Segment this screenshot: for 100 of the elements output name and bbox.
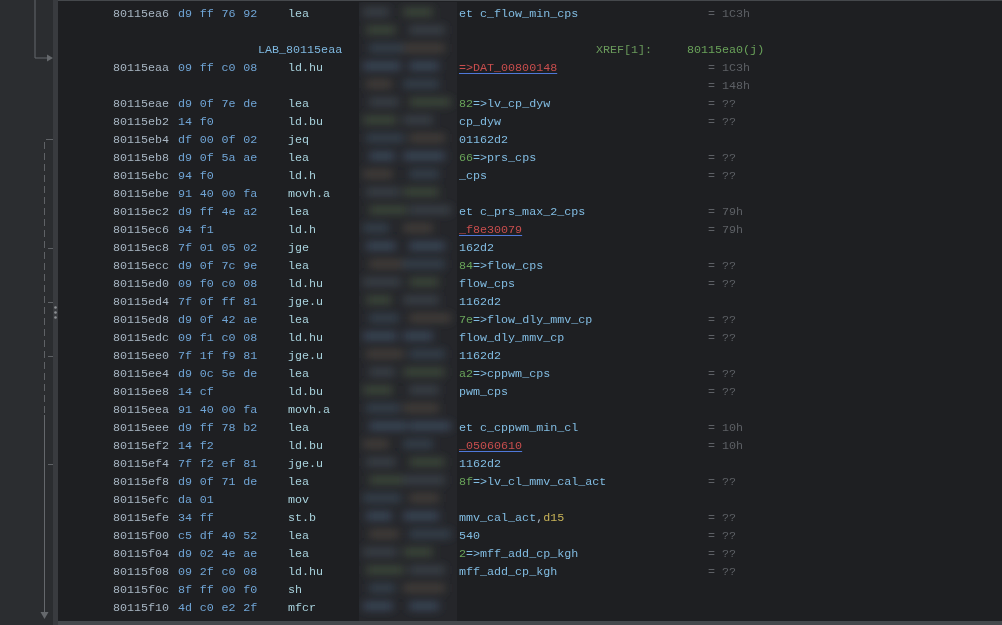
value-text: = ?? — [708, 510, 737, 527]
operand-text: cp_dyw — [459, 114, 502, 131]
bytes-text: 91 40 00 fa — [178, 402, 258, 419]
mnemonic-text: mov — [288, 492, 310, 509]
address-text: 80115ee4 — [113, 366, 170, 383]
value-text: = 1C3h — [708, 60, 751, 77]
value-text: = ?? — [708, 564, 737, 581]
mnemonic-text: st.b — [288, 510, 317, 527]
address-text: 80115ef8 — [113, 474, 170, 491]
address-text: 80115ecc — [113, 258, 170, 275]
value-text: = ?? — [708, 168, 737, 185]
bytes-text: 34 ff — [178, 510, 214, 527]
mnemonic-text: lea — [288, 96, 310, 113]
address-text: 80115ee8 — [113, 384, 170, 401]
value-text: = 79h — [708, 222, 744, 239]
address-text: 80115ec8 — [113, 240, 170, 257]
operand-text: _cps — [459, 168, 488, 185]
operand-text: a2=>cppwm_cps — [459, 366, 551, 383]
operand-text: 162d2 — [459, 240, 495, 257]
value-text: = ?? — [708, 276, 737, 293]
mnemonic-text: lea — [288, 528, 310, 545]
address-text: 80115ed0 — [113, 276, 170, 293]
bytes-text: df 00 0f 02 — [178, 132, 258, 149]
bytes-text: d9 02 4e ae — [178, 546, 258, 563]
operand-text: pwm_cps — [459, 384, 509, 401]
bytes-text: 94 f0 — [178, 168, 214, 185]
address-text: 80115f0c — [113, 582, 170, 599]
grip-handle-icon[interactable] — [54, 306, 57, 319]
operand-text: 82=>lv_cp_dyw — [459, 96, 551, 113]
xref-label: XREF[1]: — [596, 42, 653, 59]
address-text: 80115eea — [113, 402, 170, 419]
mnemonic-text: jeq — [288, 132, 310, 149]
address-text: 80115f08 — [113, 564, 170, 581]
address-text: 80115f04 — [113, 546, 170, 563]
mnemonic-text: movh.a — [288, 402, 331, 419]
address-text: 80115ebc — [113, 168, 170, 185]
bytes-text: 14 f0 — [178, 114, 214, 131]
mnemonic-text: ld.bu — [288, 114, 324, 131]
operand-text: _f8e30079 — [459, 222, 523, 239]
value-text: = ?? — [708, 312, 737, 329]
bytes-text: d9 ff 4e a2 — [178, 204, 258, 221]
operand-text: et c_flow_min_cps — [459, 6, 579, 23]
address-text: 80115ef4 — [113, 456, 170, 473]
operand-text: 2=>mff_add_cp_kgh — [459, 546, 579, 563]
address-text: 80115ebe — [113, 186, 170, 203]
mnemonic-text: jge.u — [288, 348, 324, 365]
bytes-text: 09 f0 c0 08 — [178, 276, 258, 293]
bytes-text: 09 2f c0 08 — [178, 564, 258, 581]
bytes-text: c5 df 40 52 — [178, 528, 258, 545]
operand-text: flow_cps — [459, 276, 516, 293]
value-text: = ?? — [708, 258, 737, 275]
value-text: = 1C3h — [708, 6, 751, 23]
value-text: = ?? — [708, 150, 737, 167]
operand-text: 540 — [459, 528, 481, 545]
value-text: = ?? — [708, 546, 737, 563]
mnemonic-text: lea — [288, 150, 310, 167]
address-text: 80115eaa — [113, 60, 170, 77]
mnemonic-text: ld.bu — [288, 438, 324, 455]
address-text: 80115f10 — [113, 600, 170, 617]
bytes-text: 8f ff 00 f0 — [178, 582, 258, 599]
address-text: 80115ec6 — [113, 222, 170, 239]
value-text: = 10h — [708, 420, 744, 437]
bytes-text: 7f 0f ff 81 — [178, 294, 258, 311]
mnemonic-text: lea — [288, 420, 310, 437]
operand-text: _05060610 — [459, 438, 523, 455]
value-text: = ?? — [708, 96, 737, 113]
bytes-text: d9 0f 7c 9e — [178, 258, 258, 275]
mnemonic-text: lea — [288, 366, 310, 383]
mnemonic-text: jge.u — [288, 294, 324, 311]
mnemonic-text: lea — [288, 474, 310, 491]
value-text: = ?? — [708, 384, 737, 401]
operand-text: 7e=>flow_dly_mmv_cp — [459, 312, 593, 329]
bytes-text: 91 40 00 fa — [178, 186, 258, 203]
mnemonic-text: ld.hu — [288, 276, 324, 293]
bytes-text: 09 f1 c0 08 — [178, 330, 258, 347]
bytes-text: 7f 1f f9 81 — [178, 348, 258, 365]
operand-text: 84=>flow_cps — [459, 258, 544, 275]
value-text: = ?? — [708, 330, 737, 347]
mnemonic-text: ld.hu — [288, 564, 324, 581]
mnemonic-text: ld.hu — [288, 60, 324, 77]
bytes-text: d9 0f 42 ae — [178, 312, 258, 329]
mnemonic-text: movh.a — [288, 186, 331, 203]
address-text: 80115ef2 — [113, 438, 170, 455]
mnemonic-text: lea — [288, 546, 310, 563]
bytes-text: d9 0f 71 de — [178, 474, 258, 491]
value-text: = ?? — [708, 114, 737, 131]
operand-text: mff_add_cp_kgh — [459, 564, 558, 581]
mnemonic-text: jge.u — [288, 456, 324, 473]
address-text: 80115ec2 — [113, 204, 170, 221]
mnemonic-text: sh — [288, 582, 303, 599]
operand-text: mmv_cal_act,d15 — [459, 510, 565, 527]
value-text: = ?? — [708, 366, 737, 383]
bytes-text: 14 f2 — [178, 438, 214, 455]
operand-text: 66=>prs_cps — [459, 150, 537, 167]
operand-text: =>DAT_00800148 — [459, 60, 558, 77]
mnemonic-text: ld.h — [288, 222, 317, 239]
mnemonic-text: ld.bu — [288, 384, 324, 401]
value-text: = 148h — [708, 78, 751, 95]
mnemonic-text: mfcr — [288, 600, 317, 617]
label-text: LAB_80115eaa — [258, 42, 343, 59]
